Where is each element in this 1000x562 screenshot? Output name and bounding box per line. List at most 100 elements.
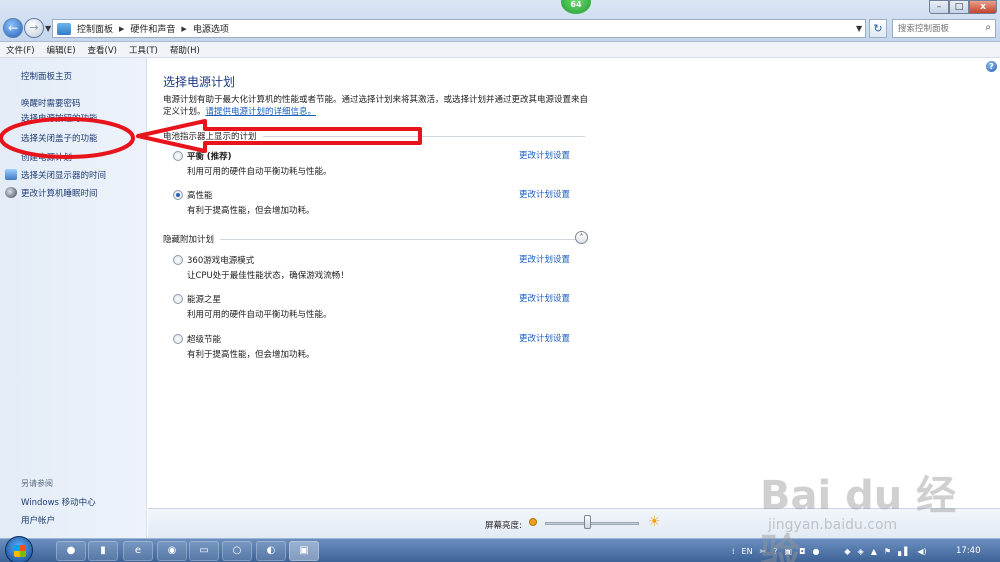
menu-tools[interactable]: 工具(T) <box>123 44 164 56</box>
menu-help[interactable]: 帮助(H) <box>164 44 206 56</box>
menu-edit[interactable]: 编辑(E) <box>41 44 82 56</box>
breadcrumb-item[interactable]: 控制面板 <box>77 22 113 35</box>
change-plan-settings-link[interactable]: 更改计划设置 <box>519 332 570 344</box>
tray-icon[interactable]: ✂ <box>760 547 767 556</box>
search-icon[interactable]: ⌕ <box>985 22 991 33</box>
menu-view[interactable]: 查看(V) <box>82 44 123 56</box>
change-plan-settings-link[interactable]: 更改计划设置 <box>519 188 570 200</box>
tray-volume-icon[interactable]: ◀) <box>917 547 926 556</box>
plan-radio[interactable] <box>173 151 183 161</box>
tray-icon[interactable]: ▲ <box>871 547 877 556</box>
language-indicator[interactable]: EN <box>742 547 753 556</box>
task-pane: 控制面板主页 唤醒时需要密码 选择电源按钮的功能 选择关闭盖子的功能 创建电源计… <box>0 58 147 538</box>
minimize-button[interactable]: – <box>929 0 949 14</box>
tray-icon[interactable]: ◆ <box>844 547 850 556</box>
plan-description: 有利于提高性能，但会增加功耗。 <box>187 206 315 216</box>
group-header-hidden-plans: 隐藏附加计划 <box>163 233 587 245</box>
search-input[interactable] <box>893 20 977 37</box>
plan-description: 利用可用的硬件自动平衡功耗与性能。 <box>187 167 332 177</box>
tray-shield-icon[interactable]: ◈ <box>858 547 864 556</box>
sidebar-item-lid-close[interactable]: 选择关闭盖子的功能 <box>21 132 98 144</box>
breadcrumb-item[interactable]: 硬件和声音 <box>130 22 175 35</box>
taskbar-app-icon[interactable]: ○ <box>222 541 252 561</box>
control-panel-icon <box>57 22 71 35</box>
taskbar-app-icon[interactable]: ◐ <box>256 541 286 561</box>
plan-description: 让CPU处于最佳性能状态，确保游戏流畅！ <box>187 271 349 281</box>
brightness-high-icon: ☀ <box>648 514 661 530</box>
tray-flag-icon[interactable]: ⚑ <box>884 547 891 556</box>
tray-qq-icon[interactable]: ● <box>812 547 819 556</box>
see-also-heading: 另请参阅 <box>21 479 53 488</box>
breadcrumb: 控制面板 ▶ 硬件和声音 ▶ 电源选项 <box>77 22 229 36</box>
start-button[interactable] <box>5 536 33 562</box>
group-header-battery-plans: 电池指示器上显示的计划 <box>163 130 585 142</box>
group-label: 隐藏附加计划 <box>163 235 215 245</box>
plan-name: 超级节能 <box>187 335 222 345</box>
brightness-slider-thumb[interactable] <box>584 515 592 529</box>
plan-description: 利用可用的硬件自动平衡功耗与性能。 <box>187 310 332 320</box>
breadcrumb-separator-icon[interactable]: ▶ <box>119 25 124 33</box>
taskbar-app-icon[interactable]: ● <box>56 541 86 561</box>
floating-badge[interactable]: 64 <box>561 0 591 14</box>
sidebar-item-mobility-center[interactable]: Windows 移动中心 <box>21 496 96 508</box>
change-plan-settings-link[interactable]: 更改计划设置 <box>519 292 570 304</box>
change-plan-settings-link[interactable]: 更改计划设置 <box>519 253 570 265</box>
change-plan-settings-link[interactable]: 更改计划设置 <box>519 149 570 161</box>
tray-icon[interactable]: ▣ <box>785 547 793 556</box>
tray-network-icon[interactable]: ▖▌ <box>898 547 910 556</box>
sidebar-item-create-plan[interactable]: 创建电源计划 <box>21 151 72 163</box>
page-description: 电源计划有助于最大化计算机的性能或者节能。通过选择计划来将其激活，或选择计划并通… <box>163 94 593 118</box>
breadcrumb-separator-icon[interactable]: ▶ <box>181 25 186 33</box>
plan-name: 高性能 <box>187 191 213 201</box>
address-dropdown-icon[interactable]: ▼ <box>856 24 862 33</box>
brightness-low-icon <box>529 518 537 526</box>
back-button[interactable]: ← <box>3 18 23 38</box>
taskbar-ie-icon[interactable]: e <box>123 541 153 561</box>
plan-radio[interactable] <box>173 334 183 344</box>
search-box[interactable]: ⌕ <box>892 19 996 38</box>
forward-button[interactable]: → <box>24 18 44 38</box>
sidebar-item-user-accounts[interactable]: 用户帐户 <box>21 514 55 526</box>
plan-description: 有利于提高性能，但会增加功耗。 <box>187 350 315 360</box>
taskbar-app-icon[interactable]: ▮ <box>88 541 118 561</box>
group-divider <box>262 135 585 137</box>
sleep-moon-icon <box>5 187 17 198</box>
taskbar-control-panel-icon[interactable]: ▣ <box>289 541 319 561</box>
tray-grip-icon: ⁞ <box>732 546 735 556</box>
plan-360-game: 360游戏电源模式 让CPU处于最佳性能状态，确保游戏流畅！ <box>173 254 349 281</box>
close-button[interactable]: x <box>969 0 997 14</box>
plan-name: 360游戏电源模式 <box>187 256 255 266</box>
learn-more-link[interactable]: 请提供电源计划的详细信息。 <box>206 107 317 117</box>
plan-name: 平衡 (推荐) <box>187 152 232 162</box>
taskbar-chrome-icon[interactable]: ◉ <box>157 541 187 561</box>
recent-pages-dropdown-icon[interactable]: ▼ <box>45 24 51 33</box>
sidebar-item-require-password[interactable]: 唤醒时需要密码 <box>21 97 81 109</box>
maximize-button[interactable]: □ <box>949 0 969 14</box>
plan-energy-star: 能源之星 利用可用的硬件自动平衡功耗与性能。 <box>173 293 332 320</box>
plan-radio[interactable] <box>173 255 183 265</box>
taskbar-explorer-icon[interactable]: ▭ <box>189 541 219 561</box>
plan-high-performance: 高性能 有利于提高性能，但会增加功耗。 <box>173 189 315 216</box>
taskbar: ● ▮ e ◉ ▭ ○ ◐ ▣ ⁞ EN ✂ ? ▣ ◘ ● ◆ ◈ ▲ ⚑ ▖… <box>0 536 1000 562</box>
display-monitor-icon <box>5 169 17 180</box>
breadcrumb-item[interactable]: 电源选项 <box>193 22 229 35</box>
taskbar-clock[interactable]: 17:40 <box>956 546 981 556</box>
brightness-slider[interactable] <box>545 522 639 525</box>
refresh-button[interactable]: ↻ <box>869 19 887 38</box>
tray-icon[interactable]: ? <box>773 547 777 556</box>
sidebar-item-sleep[interactable]: 更改计算机睡眠时间 <box>21 187 98 199</box>
plan-name: 能源之星 <box>187 295 222 305</box>
collapse-chevron-up-icon[interactable]: ˄ <box>575 231 588 244</box>
sidebar-item-display-off[interactable]: 选择关闭显示器的时间 <box>21 169 106 181</box>
plan-balanced: 平衡 (推荐) 利用可用的硬件自动平衡功耗与性能。 <box>173 150 332 177</box>
sidebar-item-power-button[interactable]: 选择电源按钮的功能 <box>21 112 98 124</box>
address-bar: ← → ▼ 控制面板 ▶ 硬件和声音 ▶ 电源选项 ▼ ↻ ⌕ – □ x 64 <box>0 0 1000 42</box>
plan-radio[interactable] <box>173 294 183 304</box>
sidebar-item-control-panel-home[interactable]: 控制面板主页 <box>21 70 72 82</box>
help-icon[interactable]: ? <box>986 61 997 72</box>
tray-icon[interactable]: ◘ <box>799 547 805 556</box>
address-field[interactable]: 控制面板 ▶ 硬件和声音 ▶ 电源选项 <box>52 19 866 38</box>
plan-radio-selected[interactable] <box>173 190 183 200</box>
menu-file[interactable]: 文件(F) <box>0 44 41 56</box>
windows-logo-icon <box>14 545 26 557</box>
